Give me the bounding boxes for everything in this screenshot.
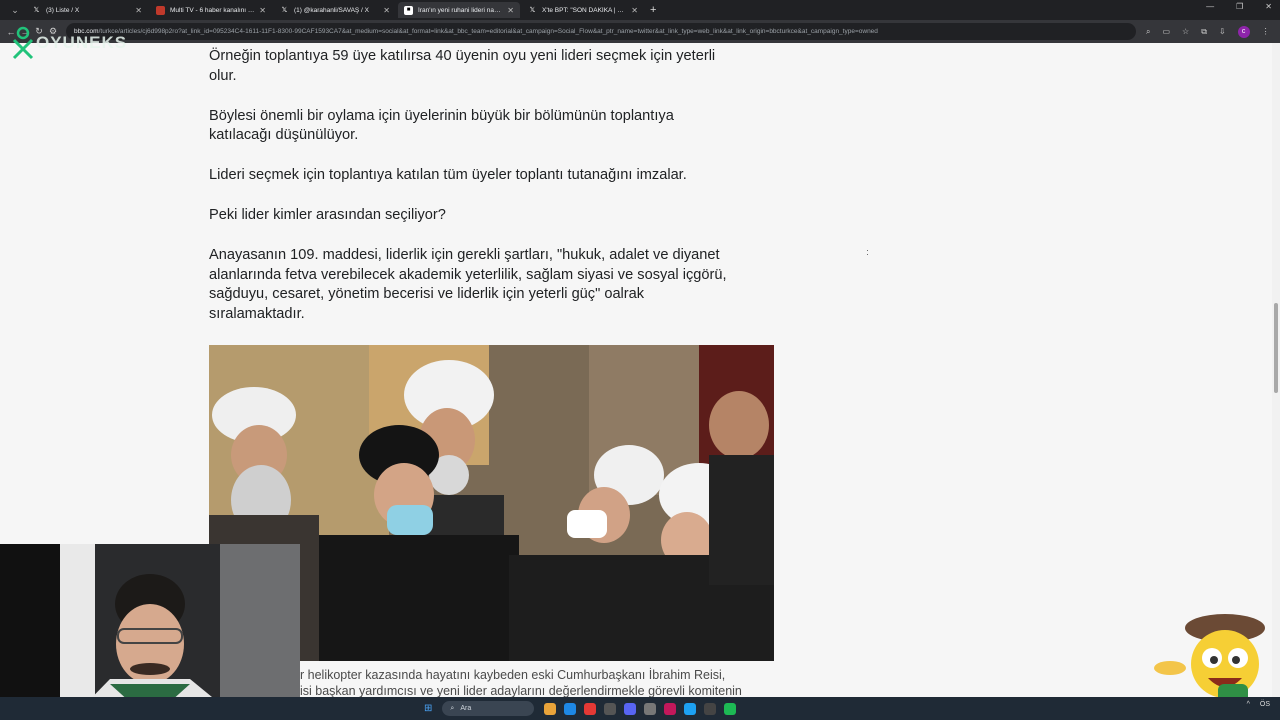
windows-start-icon[interactable]: ⊞	[424, 703, 432, 714]
tab-0[interactable]: 𝕏 (3) Liste / X ✕	[26, 2, 148, 18]
app-icon[interactable]	[664, 702, 677, 715]
photo-caption: r helikopter kazasında hayatını kaybeden…	[300, 667, 770, 697]
webcam-overlay	[0, 544, 300, 720]
file-explorer-icon[interactable]	[544, 702, 557, 715]
system-tray: ^ ÖS	[1247, 701, 1270, 708]
caption-line: isi başkan yardımcısı ve yeni lider aday…	[300, 684, 742, 697]
spotify-icon[interactable]	[724, 702, 737, 715]
tab-title: X'te BPT: "SON DAKİKA | Kuvey	[542, 6, 628, 14]
extensions-icon[interactable]: ⧉	[1201, 27, 1207, 37]
scrollbar-thumb[interactable]	[1274, 303, 1278, 393]
taskbar-search-placeholder: Ara	[460, 705, 472, 712]
taskbar-apps	[544, 702, 737, 715]
webcam-feed-illustration	[0, 544, 300, 720]
streamer-logo-text: OYUNEKS	[36, 33, 128, 52]
app-icon[interactable]	[604, 702, 617, 715]
browser-tab-strip: ⌄ 𝕏 (3) Liste / X ✕ Multi TV - 6 haber k…	[0, 0, 1280, 20]
maximize-icon[interactable]: ❐	[1236, 2, 1243, 11]
x-logo-icon: 𝕏	[33, 7, 40, 14]
x-logo-icon: 𝕏	[281, 7, 288, 14]
obs-icon[interactable]	[704, 702, 717, 715]
url-path: /turkce/articles/cj6d998p2ro?at_link_id=…	[98, 28, 878, 35]
close-tab-icon[interactable]: ✕	[383, 6, 390, 15]
tab-2[interactable]: 𝕏 (1) @karahanli/SAVAŞ / X ✕	[274, 2, 396, 18]
article-subheading: Peki lider kimler arasından seçiliyor?	[209, 207, 446, 223]
tab-3[interactable]: ■ İran'ın yeni ruhani lideri nasıl se ✕	[398, 2, 520, 18]
close-window-icon[interactable]: ✕	[1265, 2, 1272, 11]
more-options-icon[interactable]: · ·	[866, 246, 869, 259]
app-icon[interactable]	[684, 702, 697, 715]
close-tab-icon[interactable]: ✕	[135, 6, 142, 15]
tab-4[interactable]: 𝕏 X'te BPT: "SON DAKİKA | Kuvey ✕	[522, 2, 644, 18]
caption-line: r helikopter kazasında hayatını kaybeden…	[300, 668, 726, 682]
bookmark-star-icon[interactable]: ☆	[1182, 27, 1189, 36]
tab-search-icon[interactable]: ⌄	[6, 3, 24, 17]
tray-clock[interactable]: ÖS	[1260, 701, 1270, 708]
window-controls: — ❐ ✕	[1206, 2, 1272, 11]
article-paragraph: Örneğin toplantıya 59 üye katılırsa 40 ü…	[209, 48, 716, 84]
article-paragraph: Lideri seçmek için toplantıya katılan tü…	[209, 167, 687, 183]
close-tab-icon[interactable]: ✕	[631, 6, 638, 15]
minimize-icon[interactable]: —	[1206, 2, 1214, 11]
address-bar[interactable]: bbc.com /turkce/articles/cj6d998p2ro?at_…	[66, 23, 1136, 40]
zoom-icon[interactable]: ⌕	[1146, 27, 1150, 37]
page-scrollbar[interactable]	[1272, 43, 1280, 697]
tab-title: Multi TV - 6 haber kanalını aynı	[170, 6, 256, 14]
menu-kebab-icon[interactable]: ⋮	[1262, 27, 1270, 36]
toolbar-icons: ⌕ ▭ ☆ ⧉ ⇩ c ⋮	[1146, 25, 1270, 38]
app-icon[interactable]	[644, 702, 657, 715]
article-paragraph: Anayasanın 109. maddesi, liderlik için g…	[209, 247, 727, 322]
streamer-logo: OYUNEKS	[12, 26, 127, 60]
close-tab-icon[interactable]: ✕	[507, 6, 514, 15]
discord-icon[interactable]	[624, 702, 637, 715]
x-logo-icon: 𝕏	[529, 7, 536, 14]
article-paragraph: Böylesi önemli bir oylama için üyelerini…	[209, 107, 674, 144]
browser-toolbar: ← → ↻ ⚙ bbc.com /turkce/articles/cj6d998…	[0, 20, 1280, 43]
streamer-logo-mark-icon	[12, 26, 34, 60]
search-icon: ⌕	[450, 704, 455, 712]
tab-title: İran'ın yeni ruhani lideri nasıl se	[418, 6, 504, 14]
new-tab-icon[interactable]: +	[650, 4, 656, 16]
cast-icon[interactable]: ▭	[1162, 27, 1170, 36]
tab-title: (3) Liste / X	[46, 6, 80, 14]
article-body: Örneğin toplantıya 59 üye katılırsa 40 ü…	[209, 47, 729, 345]
windows-taskbar: ⊞ ⌕ Ara ^ ÖS	[0, 697, 1280, 720]
chrome-icon[interactable]	[584, 702, 597, 715]
tab-1[interactable]: Multi TV - 6 haber kanalını aynı ✕	[150, 2, 272, 18]
taskbar-search[interactable]: ⌕ Ara	[442, 701, 535, 716]
close-tab-icon[interactable]: ✕	[259, 6, 266, 15]
tv-icon	[156, 5, 165, 15]
bbc-icon: ■	[404, 5, 413, 15]
profile-avatar[interactable]: c	[1237, 25, 1250, 38]
downloads-icon[interactable]: ⇩	[1219, 27, 1226, 36]
store-icon[interactable]	[564, 702, 577, 715]
tab-title: (1) @karahanli/SAVAŞ / X	[294, 6, 369, 14]
tray-chevron-icon[interactable]: ^	[1247, 701, 1250, 708]
